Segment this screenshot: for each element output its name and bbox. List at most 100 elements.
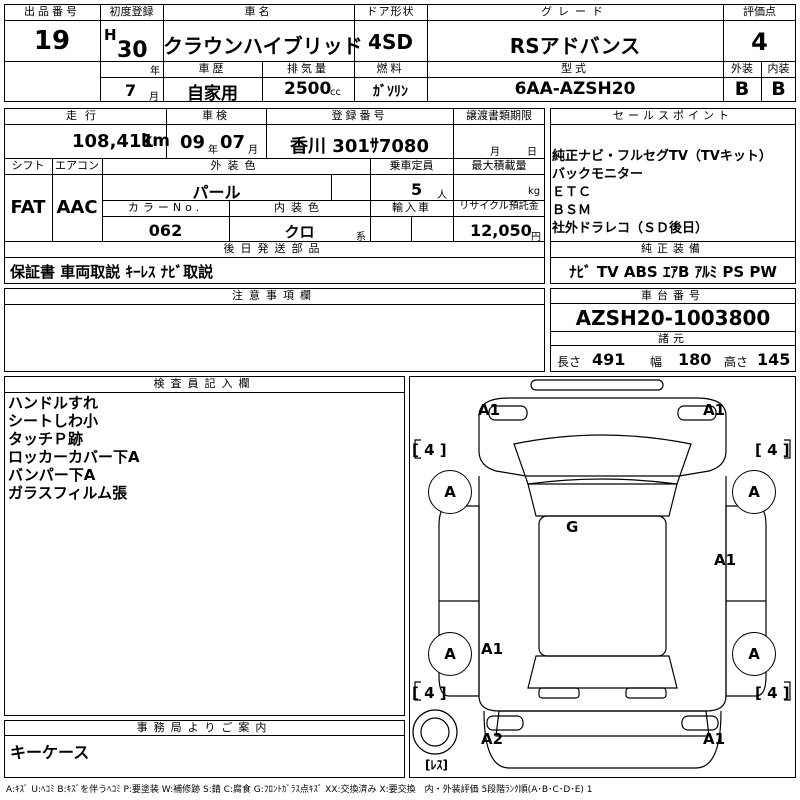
sales-point-item: ＥＴＣ <box>552 185 592 200</box>
max-load-label: 最大積載量 <box>471 159 527 172</box>
spec-length-value: 491 <box>592 350 626 369</box>
chassis-label: 車台番号 <box>641 289 705 302</box>
sales-point-item: バックモニター <box>552 167 644 182</box>
inspector-item: タッチＰ跡 <box>8 430 84 448</box>
inspection-month: 07 <box>220 132 246 153</box>
max-load-unit: kg <box>528 186 541 197</box>
inspector-item: シートしわ小 <box>8 412 99 430</box>
interior-label: 内装 <box>767 62 790 75</box>
office-value: キーケース <box>10 743 90 762</box>
mark-center: G <box>566 518 579 536</box>
tire-rr-mark: A <box>732 632 776 676</box>
inspection-year: 09 <box>180 132 206 153</box>
int-color-label: 内装色 <box>274 201 325 214</box>
fuel-value: ｶﾞｿﾘﾝ <box>373 84 408 100</box>
plate-value: 香川 301ｻ7080 <box>290 136 429 157</box>
legend-text: A:ｷｽﾞ U:ﾍｺﾐ B:ｷｽﾞを伴うﾍｺﾐ P:要塗装 W:補修跡 S:錆 … <box>6 785 593 795</box>
plate-label: 登録番号 <box>331 109 388 122</box>
color-no-value: 062 <box>148 221 183 240</box>
mileage-unit: km <box>141 131 171 151</box>
lot-no-value: 19 <box>33 26 71 56</box>
inspector-item: ガラスフィルム張 <box>8 484 128 502</box>
inspector-item: バンパー下A <box>8 466 96 484</box>
inspector-item: ロッカーカバー下A <box>8 448 140 466</box>
car-diagram <box>412 379 791 769</box>
spec-height-value: 145 <box>757 350 791 369</box>
inspector-item: ハンドルすれ <box>8 394 99 412</box>
color-no-label: カラーNo. <box>127 201 204 214</box>
aircon-value: AAC <box>56 197 98 218</box>
tread-rl: [ 4 ] <box>412 684 447 702</box>
inspector-list: ハンドルすれ シートしわ小 タッチＰ跡 ロッカーカバー下A バンパー下A ガラス… <box>8 394 140 502</box>
later-parts-value: 保証書 車両取説 ｷｰﾚｽ ﾅﾋﾞ取説 <box>10 263 214 281</box>
mark-rear-right: A1 <box>703 730 726 748</box>
mark-front-left: A1 <box>478 401 501 419</box>
equipment-label: 純正装備 <box>641 242 705 255</box>
capacity-label: 乗車定員 <box>389 159 434 172</box>
door-label: ドア形状 <box>366 5 415 18</box>
equipment-value: ﾅﾋﾞ TV ABS ｴｱB ｱﾙﾐ PS PW <box>569 263 777 281</box>
tire-rl-mark: A <box>428 632 472 676</box>
shift-label: シフト <box>11 159 45 172</box>
spec-height-label: 高さ <box>724 355 749 369</box>
exterior-label: 外装 <box>731 62 753 75</box>
first-reg-label: 初度登録 <box>109 5 154 18</box>
displacement-label: 排気量 <box>287 62 329 75</box>
tread-rr: [ 4 ] <box>755 684 790 702</box>
tread-fr: [ 4 ] <box>755 441 790 459</box>
fuel-label: 燃料 <box>376 62 405 75</box>
score-label: 評価点 <box>743 5 776 18</box>
shift-value: FAT <box>10 197 46 218</box>
spec-length-label: 長さ <box>557 355 582 369</box>
int-color-unit: 系 <box>356 232 366 243</box>
recycle-label: リサイクル預託金 <box>459 201 539 212</box>
int-color-value: クロ <box>284 223 315 241</box>
transfer-day-unit: 日 <box>527 147 537 158</box>
door-value: 4SD <box>368 30 413 54</box>
score-value: 4 <box>751 28 768 56</box>
car-name-value: クラウンハイブリッド <box>163 34 363 58</box>
inspector-label: 検査員記入欄 <box>153 377 256 390</box>
inspection-month-unit: 月 <box>248 145 258 156</box>
grade-label: グレード <box>541 5 609 18</box>
tire-fr-mark: A <box>732 470 776 514</box>
inspection-label: 車検 <box>202 109 230 122</box>
tread-fl: [ 4 ] <box>412 441 447 459</box>
first-reg-month-unit: 月 <box>149 92 159 103</box>
lot-no-label: 出品番号 <box>24 5 80 18</box>
sales-point-item: 純正ナビ・フルセグTV（TVキット） <box>552 149 772 164</box>
specs-label: 諸元 <box>658 332 688 345</box>
sales-points-list: 純正ナビ・フルセグTV（TVキット） バックモニター ＥＴＣ ＢＳＭ 社外ドラレ… <box>552 148 772 238</box>
ext-color-value: パール <box>192 183 241 202</box>
inspection-year-unit: 年 <box>208 145 218 156</box>
notes-label: 注意事項欄 <box>232 289 317 302</box>
first-reg-era: H <box>104 26 117 44</box>
car-name-label: 車名 <box>244 5 273 18</box>
sales-point-item: ＢＳＭ <box>552 203 592 218</box>
later-parts-label: 後日発送部品 <box>223 242 326 255</box>
spec-width-value: 180 <box>678 350 712 369</box>
office-label: 事務局よりご案内 <box>136 721 273 734</box>
first-reg-month: 7 <box>125 81 137 100</box>
interior-value: B <box>771 78 786 100</box>
capacity-unit: 人 <box>437 190 447 201</box>
spare-label: [ﾚｽ] <box>425 758 448 772</box>
mark-rear-left: A2 <box>481 730 504 748</box>
history-value: 自家用 <box>187 84 238 104</box>
ext-color-label: 外装色 <box>210 159 262 172</box>
history-label: 車歴 <box>198 62 227 75</box>
displacement-unit: cc <box>330 87 341 98</box>
displacement-value: 2500 <box>284 79 332 99</box>
chassis-value: AZSH20-1003800 <box>575 306 771 330</box>
mark-rear-left-side: A1 <box>481 640 504 658</box>
model-label: 型式 <box>561 62 589 75</box>
sales-point-item: 社外ドラレコ（ＳＤ後日） <box>552 221 709 236</box>
transfer-label: 譲渡書類期限 <box>466 109 532 122</box>
first-reg-year-unit: 年 <box>150 66 160 77</box>
tire-fl-mark: A <box>428 470 472 514</box>
grade-value: RSアドバンス <box>509 34 641 58</box>
model-value: 6AA-AZSH20 <box>514 79 636 99</box>
first-reg-year: 30 <box>117 38 148 63</box>
mileage-label: 走行 <box>66 109 104 122</box>
transfer-month-unit: 月 <box>490 147 500 158</box>
